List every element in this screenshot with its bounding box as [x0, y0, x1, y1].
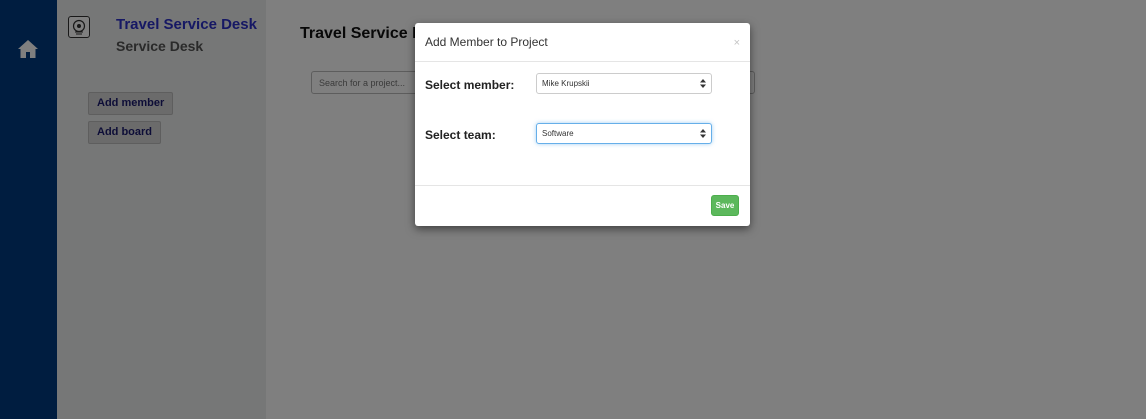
close-icon[interactable]: ×	[734, 38, 740, 49]
select-team-label: Select team:	[425, 128, 496, 142]
select-member-label: Select member:	[425, 78, 515, 92]
save-button[interactable]: Save	[711, 195, 739, 216]
select-arrows-icon	[700, 129, 706, 138]
select-arrows-icon	[700, 79, 706, 88]
add-member-modal: Add Member to Project × Select member: M…	[415, 23, 750, 226]
modal-footer	[415, 185, 750, 227]
modal-header: Add Member to Project ×	[415, 23, 750, 62]
team-select-value: Software	[542, 129, 574, 138]
member-select[interactable]: Mike Krupskii	[536, 73, 712, 94]
team-select[interactable]: Software	[536, 123, 712, 144]
member-select-value: Mike Krupskii	[542, 79, 590, 88]
modal-title: Add Member to Project	[425, 35, 548, 49]
